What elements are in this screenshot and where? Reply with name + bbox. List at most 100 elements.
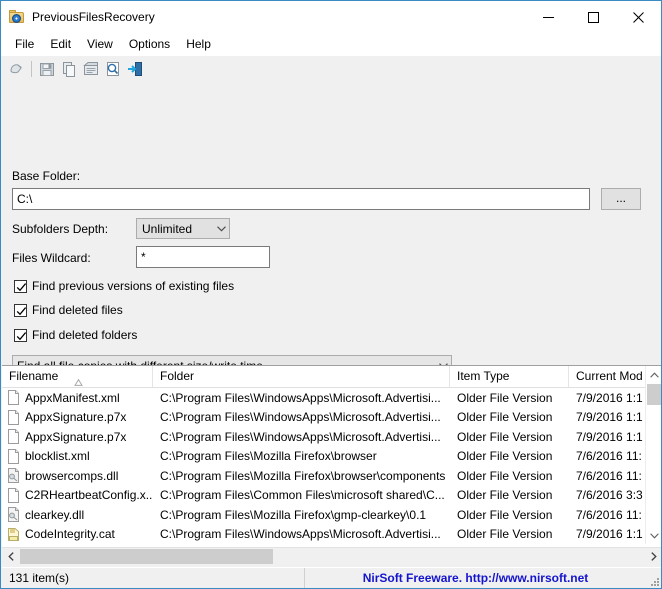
menu-options[interactable]: Options bbox=[121, 35, 178, 53]
minimize-button[interactable] bbox=[526, 1, 571, 33]
cell-filename: browsercomps.dll bbox=[2, 468, 153, 484]
cell-item-type: Older File Version bbox=[457, 449, 553, 464]
files-wildcard-input[interactable] bbox=[136, 246, 270, 268]
application-window: PreviousFilesRecovery File Edit View Opt… bbox=[0, 0, 662, 589]
menu-edit[interactable]: Edit bbox=[42, 35, 79, 53]
exit-button[interactable] bbox=[124, 58, 146, 80]
scroll-right-button[interactable] bbox=[645, 548, 661, 565]
menu-view[interactable]: View bbox=[79, 35, 121, 53]
stop-button[interactable] bbox=[5, 58, 27, 80]
options-panel: Base Folder: ... Subfolders Depth: Unlim… bbox=[1, 81, 661, 386]
table-row[interactable]: C2RHeartbeatConfig.x... C:\Program Files… bbox=[2, 486, 661, 506]
cell-filename: AppxSignature.p7x bbox=[2, 409, 153, 425]
table-row[interactable]: blocklist.xml C:\Program Files\Mozilla F… bbox=[2, 447, 661, 467]
copy-icon bbox=[63, 61, 75, 77]
file-generic-icon bbox=[7, 390, 20, 406]
subfolders-depth-select[interactable]: Unlimited bbox=[136, 218, 230, 239]
base-folder-input[interactable] bbox=[12, 188, 590, 210]
list-horizontal-scrollbar[interactable] bbox=[2, 547, 661, 565]
cell-folder: C:\Program Files\Mozilla Firefox\browser… bbox=[160, 468, 446, 483]
file-dll-icon bbox=[7, 507, 20, 523]
toolbar-separator bbox=[31, 60, 32, 77]
cell-modified: 7/9/2016 1:1 bbox=[576, 527, 643, 542]
column-header-modified-label: Current Mod bbox=[576, 369, 643, 383]
checkmark-icon bbox=[14, 328, 27, 342]
menu-help[interactable]: Help bbox=[178, 35, 219, 53]
table-row[interactable]: AppxManifest.xml C:\Program Files\Window… bbox=[2, 388, 661, 408]
cell-modified: 7/6/2016 3:3 bbox=[576, 488, 643, 503]
cell-folder: C:\Program Files\WindowsApps\Microsoft.A… bbox=[160, 527, 441, 542]
minimize-icon bbox=[543, 16, 554, 18]
exit-icon bbox=[128, 61, 142, 76]
copy-button[interactable] bbox=[58, 58, 80, 80]
save-button[interactable] bbox=[36, 58, 58, 80]
scroll-up-button[interactable] bbox=[646, 366, 661, 383]
cell-filename-text: C2RHeartbeatConfig.x... bbox=[25, 488, 153, 503]
cell-folder: C:\Program Files\WindowsApps\Microsoft.A… bbox=[160, 390, 441, 405]
column-header-filename[interactable]: Filename bbox=[2, 366, 153, 387]
list-vertical-scrollbar[interactable] bbox=[645, 366, 661, 544]
menu-file[interactable]: File bbox=[7, 35, 42, 53]
cell-filename-text: clearkey.dll bbox=[25, 507, 85, 522]
status-bar: 131 item(s) NirSoft Freeware. http://www… bbox=[2, 567, 661, 588]
column-header-item-type[interactable]: Item Type bbox=[450, 366, 569, 387]
cell-filename-text: AppxManifest.xml bbox=[25, 390, 120, 405]
cell-filename: clearkey.dll bbox=[2, 507, 153, 523]
table-row[interactable]: browsercomps.dll C:\Program Files\Mozill… bbox=[2, 466, 661, 486]
column-header-folder[interactable]: Folder bbox=[153, 366, 450, 387]
stop-icon bbox=[9, 64, 22, 74]
scroll-thumb[interactable] bbox=[647, 384, 661, 405]
scroll-down-button[interactable] bbox=[646, 527, 661, 544]
cell-item-type: Older File Version bbox=[457, 488, 553, 503]
save-icon bbox=[40, 62, 54, 76]
properties-button[interactable] bbox=[80, 58, 102, 80]
list-body: AppxManifest.xml C:\Program Files\Window… bbox=[2, 388, 661, 545]
resize-grip-icon[interactable] bbox=[648, 575, 660, 587]
cell-filename-text: CodeIntegrity.cat bbox=[25, 527, 115, 542]
scroll-left-button[interactable] bbox=[2, 548, 19, 565]
window-controls bbox=[526, 1, 661, 33]
column-header-modified[interactable]: Current Mod bbox=[569, 366, 645, 387]
cell-folder: C:\Program Files\Mozilla Firefox\gmp-cle… bbox=[160, 507, 427, 522]
cell-filename: CodeIntegrity.cat bbox=[2, 527, 153, 542]
cell-filename-text: AppxSignature.p7x bbox=[25, 410, 127, 425]
status-credit: NirSoft Freeware. http://www.nirsoft.net bbox=[362, 570, 589, 585]
cell-item-type: Older File Version bbox=[457, 507, 553, 522]
html-report-button[interactable] bbox=[102, 58, 124, 80]
files-wildcard-label: Files Wildcard: bbox=[12, 251, 91, 265]
cell-filename: AppxSignature.p7x bbox=[2, 429, 153, 445]
cell-modified: 7/6/2016 11: bbox=[576, 507, 642, 522]
title-bar: PreviousFilesRecovery bbox=[1, 1, 661, 33]
table-row[interactable]: clearkey.dll C:\Program Files\Mozilla Fi… bbox=[2, 505, 661, 525]
hscroll-thumb[interactable] bbox=[20, 549, 273, 564]
checkmark-icon bbox=[14, 279, 27, 293]
cell-modified: 7/9/2016 1:1 bbox=[576, 410, 643, 425]
cell-item-type: Older File Version bbox=[457, 390, 553, 405]
cell-folder: C:\Program Files\WindowsApps\Microsoft.A… bbox=[160, 410, 441, 425]
table-row[interactable]: AppxSignature.p7x C:\Program Files\Windo… bbox=[2, 427, 661, 447]
checkbox-label: Find deleted folders bbox=[32, 328, 138, 342]
chevron-left-icon bbox=[7, 552, 14, 561]
table-row[interactable]: CodeIntegrity.cat C:\Program Files\Windo… bbox=[2, 525, 661, 545]
cell-item-type: Older File Version bbox=[457, 468, 553, 483]
file-generic-icon bbox=[7, 487, 20, 503]
checkbox-find-deleted-files[interactable]: Find deleted files bbox=[14, 303, 123, 317]
cell-filename: C2RHeartbeatConfig.x... bbox=[2, 487, 153, 503]
checkbox-find-previous-versions[interactable]: Find previous versions of existing files bbox=[14, 279, 234, 293]
cell-folder: C:\Program Files\Mozilla Firefox\browser bbox=[160, 449, 377, 464]
close-icon bbox=[633, 11, 644, 23]
file-generic-icon bbox=[7, 448, 20, 464]
file-cat-icon bbox=[7, 527, 20, 542]
folder-disc-icon bbox=[9, 9, 25, 25]
browse-button[interactable]: ... bbox=[601, 188, 641, 210]
subfolders-depth-value: Unlimited bbox=[142, 221, 193, 236]
close-button[interactable] bbox=[616, 1, 661, 33]
chevron-up-icon bbox=[649, 371, 659, 378]
table-row[interactable]: AppxSignature.p7x C:\Program Files\Windo… bbox=[2, 408, 661, 428]
cell-modified: 7/9/2016 1:1 bbox=[576, 429, 643, 444]
column-header-folder-label: Folder bbox=[160, 369, 195, 383]
cell-folder: C:\Program Files\Common Files\microsoft … bbox=[160, 488, 445, 503]
maximize-button[interactable] bbox=[571, 1, 616, 33]
checkbox-find-deleted-folders[interactable]: Find deleted folders bbox=[14, 328, 137, 342]
cell-filename-text: AppxSignature.p7x bbox=[25, 429, 127, 444]
